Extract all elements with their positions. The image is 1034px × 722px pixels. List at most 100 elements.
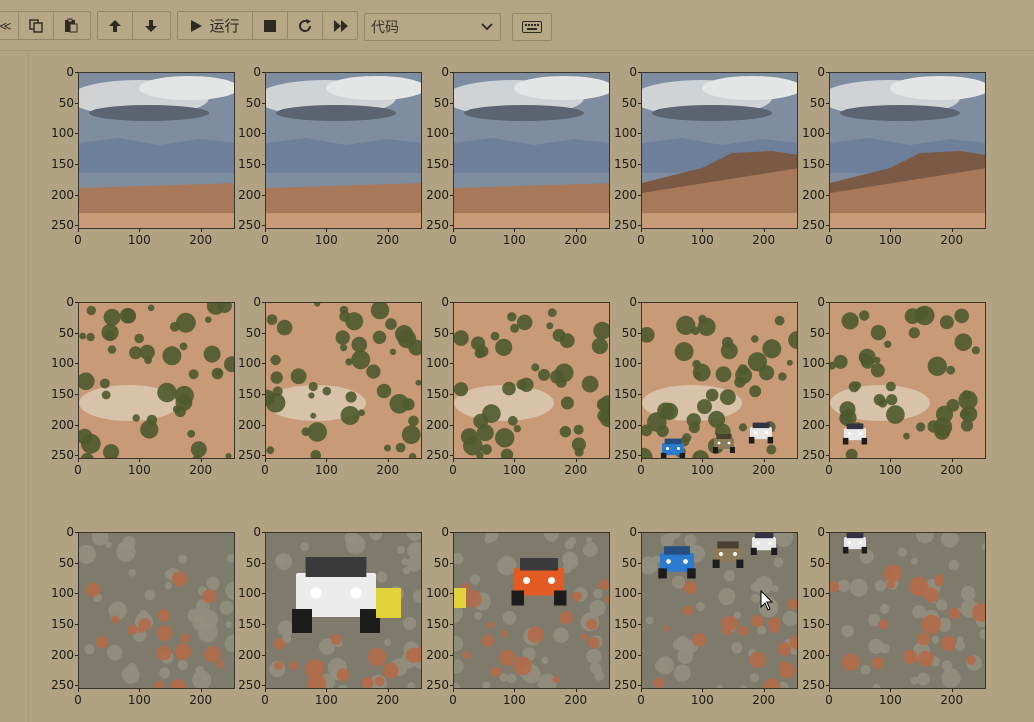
mouse-pointer-icon bbox=[760, 590, 774, 611]
y-tick-mark bbox=[826, 424, 829, 426]
x-tick-label: 200 bbox=[752, 463, 776, 477]
y-tick-label: 250 bbox=[238, 678, 261, 693]
y-tick-mark bbox=[638, 102, 641, 104]
y-tick-label: 250 bbox=[614, 448, 637, 463]
y-tick-mark bbox=[450, 455, 453, 457]
y-tick-label: 100 bbox=[51, 586, 74, 601]
run-all-button[interactable] bbox=[323, 12, 358, 39]
cell-type-select[interactable]: 代码 bbox=[364, 13, 501, 41]
x-tick-label: 200 bbox=[940, 463, 964, 477]
x-tick-mark bbox=[763, 689, 765, 692]
y-tick-mark bbox=[262, 424, 265, 426]
scene-desert-shrubs bbox=[79, 303, 234, 458]
y-tick-mark bbox=[826, 363, 829, 365]
x-tick-label: 200 bbox=[376, 463, 400, 477]
x-tick-label: 100 bbox=[502, 463, 526, 477]
x-tick-mark bbox=[951, 689, 953, 692]
y-tick-label: 150 bbox=[51, 386, 74, 401]
x-tick-mark bbox=[641, 689, 642, 692]
x-tick-label: 0 bbox=[74, 693, 82, 707]
y-tick-label: 50 bbox=[809, 555, 825, 570]
x-tick-label: 0 bbox=[261, 233, 269, 247]
y-tick-label: 100 bbox=[238, 126, 261, 141]
y-tick-mark bbox=[638, 133, 641, 135]
run-button[interactable]: 运行 bbox=[178, 12, 253, 39]
y-tick-mark bbox=[826, 163, 829, 165]
y-tick-label: 0 bbox=[629, 295, 637, 309]
y-tick-mark bbox=[826, 332, 829, 334]
y-tick-label: 0 bbox=[817, 295, 825, 309]
y-tick-label: 150 bbox=[426, 616, 449, 631]
subplot-image-r0-c1 bbox=[265, 72, 422, 229]
y-tick-mark bbox=[638, 225, 641, 227]
y-tick-label: 50 bbox=[621, 325, 637, 340]
x-tick-mark bbox=[326, 689, 328, 692]
y-tick-label: 200 bbox=[426, 417, 449, 432]
y-tick-mark bbox=[826, 685, 829, 687]
x-tick-label: 100 bbox=[878, 693, 902, 707]
x-tick-label: 200 bbox=[752, 693, 776, 707]
move-down-button[interactable] bbox=[133, 12, 168, 39]
y-tick-label: 200 bbox=[238, 187, 261, 202]
y-tick-mark bbox=[75, 133, 78, 135]
y-tick-mark bbox=[450, 562, 453, 564]
x-tick-label: 0 bbox=[74, 233, 82, 247]
y-tick-label: 0 bbox=[253, 65, 261, 79]
y-tick-label: 200 bbox=[51, 187, 74, 202]
stop-button[interactable] bbox=[253, 12, 288, 39]
copy-button[interactable] bbox=[19, 12, 54, 39]
x-tick-label: 0 bbox=[637, 463, 645, 477]
arrow-down-icon bbox=[144, 19, 157, 32]
y-tick-label: 100 bbox=[802, 126, 825, 141]
x-tick-label: 0 bbox=[449, 693, 457, 707]
x-tick-label: 100 bbox=[502, 693, 526, 707]
scene-jeep-convoy bbox=[642, 533, 797, 688]
y-tick-mark bbox=[450, 133, 453, 135]
y-tick-label: 250 bbox=[802, 218, 825, 233]
x-tick-mark bbox=[200, 689, 202, 692]
y-tick-mark bbox=[638, 562, 641, 564]
y-tick-mark bbox=[262, 133, 265, 135]
x-tick-mark bbox=[265, 229, 266, 232]
y-tick-label: 0 bbox=[817, 525, 825, 539]
y-tick-mark bbox=[262, 393, 265, 395]
x-tick-mark bbox=[575, 229, 577, 232]
restart-button[interactable] bbox=[288, 12, 323, 39]
subplot-image-r0-c2 bbox=[453, 72, 610, 229]
x-tick-mark bbox=[200, 459, 202, 462]
y-tick-label: 200 bbox=[426, 647, 449, 662]
move-up-button[interactable] bbox=[98, 12, 133, 39]
cut-icon: ≪ bbox=[0, 18, 12, 33]
x-tick-mark bbox=[139, 689, 141, 692]
y-tick-mark bbox=[75, 225, 78, 227]
y-tick-label: 150 bbox=[238, 156, 261, 171]
y-tick-mark bbox=[826, 72, 829, 73]
y-tick-label: 0 bbox=[441, 295, 449, 309]
y-tick-label: 200 bbox=[614, 417, 637, 432]
subplot-image-r1-c1 bbox=[265, 302, 422, 459]
y-tick-mark bbox=[75, 332, 78, 334]
y-tick-label: 50 bbox=[621, 95, 637, 110]
cut-button[interactable]: ≪ bbox=[0, 12, 19, 39]
y-tick-label: 50 bbox=[245, 325, 261, 340]
x-tick-label: 100 bbox=[690, 693, 714, 707]
y-tick-mark bbox=[262, 654, 265, 656]
x-tick-label: 0 bbox=[261, 693, 269, 707]
y-tick-label: 100 bbox=[51, 126, 74, 141]
y-tick-mark bbox=[75, 562, 78, 564]
x-tick-mark bbox=[326, 459, 328, 462]
edit-button-group: ≪ bbox=[0, 11, 91, 40]
y-tick-mark bbox=[638, 332, 641, 334]
y-tick-label: 50 bbox=[58, 555, 74, 570]
y-tick-label: 50 bbox=[245, 95, 261, 110]
y-tick-label: 150 bbox=[802, 156, 825, 171]
x-tick-mark bbox=[387, 459, 389, 462]
x-tick-mark bbox=[387, 689, 389, 692]
x-tick-label: 100 bbox=[127, 693, 151, 707]
scene-sagebrush-jeep bbox=[830, 533, 985, 688]
paste-button[interactable] bbox=[54, 12, 89, 39]
command-palette-button[interactable] bbox=[512, 13, 552, 41]
y-tick-mark bbox=[262, 455, 265, 457]
x-tick-label: 200 bbox=[940, 233, 964, 247]
y-tick-label: 200 bbox=[802, 417, 825, 432]
